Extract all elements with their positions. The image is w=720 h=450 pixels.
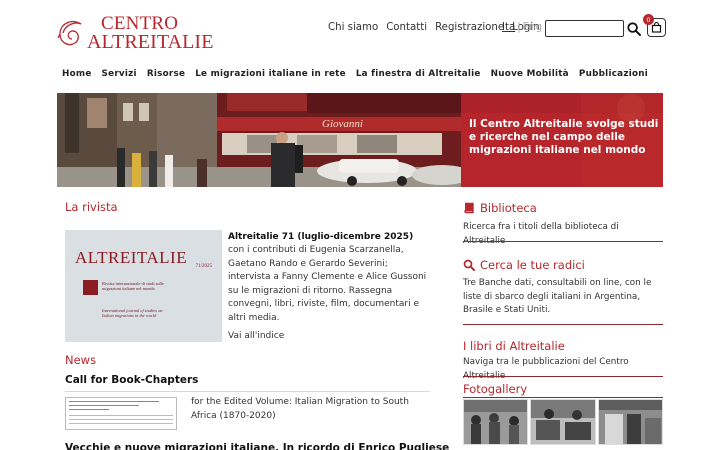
gallery-photo[interactable] [597,399,663,445]
topnav-registrazione[interactable]: Registrazione [435,22,504,33]
nav-pubblicazioni[interactable]: Pubblicazioni [579,69,648,79]
hero-panel: Il Centro Altreitalie svolge studi e ric… [461,93,663,187]
search-icon [463,259,475,271]
thumb-line [69,423,173,424]
logo-line2: ALTREITALIE [87,31,214,53]
search-input[interactable] [545,20,624,37]
biblioteca-heading[interactable]: Biblioteca [463,201,537,215]
sidebar-divider [463,241,663,242]
nav-migrazioni-in-rete[interactable]: Le migrazioni italiane in rete [195,69,346,79]
cover-text-en: International journal of studies on Ital… [102,308,163,319]
shopping-bag-icon [651,22,662,33]
nav-servizi[interactable]: Servizi [102,69,137,79]
lang-english[interactable]: Eng [523,22,542,33]
libri-heading[interactable]: I libri di Altreitalie [463,339,565,353]
radici-text: Tre Banche dati, consultabili on line, c… [463,278,652,316]
biblioteca-title: Biblioteca [480,201,537,215]
news-item1-text: for the Edited Volume: Italian Migration… [191,397,409,421]
gallery-heading[interactable]: Fotogallery [463,382,527,396]
language-switcher: Ita | Eng [502,22,542,33]
rivista-section-title: La rivista [65,200,118,214]
news-item2-title[interactable]: Vecchie e nuove migrazioni italiane. In … [65,442,449,450]
thumb-line [69,419,173,420]
nav-home[interactable]: Home [62,69,92,79]
cover-emblem [83,280,98,295]
news-section-title: News [65,353,97,367]
issue-title[interactable]: Altreitalie 71 (luglio-dicembre 2025) [228,232,413,242]
thumb-line [69,401,159,402]
nav-nuove-mobilita[interactable]: Nuove Mobilità [491,69,569,79]
cover-text-it: Rivista internazionale di studi sulle mi… [102,281,164,292]
gallery-photo-image [531,400,595,444]
biblioteca-text: Ricerca fra i titoli della biblioteca di… [463,222,619,246]
shop-sign: Giovanni [322,118,363,130]
cart-count-badge: 0 [643,14,654,25]
hero-tagline: Il Centro Altreitalie svolge studi e ric… [469,118,659,157]
thumb-line [69,405,139,406]
topnav-contatti[interactable]: Contatti [386,22,427,33]
lang-italian[interactable]: Ita [502,22,515,33]
photo-gallery [463,399,663,445]
news-item1-title[interactable]: Call for Book-Chapters [65,374,198,386]
radici-title: Cerca le tue radici [480,258,585,272]
site-logo[interactable]: CENTRO ALTREITALIE [57,13,213,53]
news-item1-thumbnail[interactable] [65,397,177,430]
gallery-photo[interactable] [530,399,596,445]
search-icon[interactable] [627,22,641,36]
thumb-line [69,415,173,416]
topnav-chi-siamo[interactable]: Chi siamo [328,22,378,33]
lang-separator: | [517,22,521,33]
main-navigation: Home Servizi Risorse Le migrazioni itali… [62,69,648,79]
shell-logo-icon [57,20,82,46]
sidebar-divider [463,376,663,377]
cover-title: ALTREITALIE [75,248,188,267]
gallery-photo-image [598,400,662,444]
libri-text: Naviga tra le pubblicazioni del Centro A… [463,357,629,381]
cover-issue: 71/2025 [195,264,212,269]
index-link[interactable]: Vai all'indice [228,331,284,341]
radici-heading[interactable]: Cerca le tue radici [463,258,585,272]
sidebar-divider [463,324,663,325]
news-divider [65,391,430,392]
issue-description: con i contributi di Eugenia Scarzanella,… [228,245,427,323]
nav-finestra-altreitalie[interactable]: La finestra di Altreitalie [356,69,481,79]
magazine-cover[interactable]: ALTREITALIE 71/2025 Rivista internaziona… [65,230,222,342]
gallery-photo[interactable] [463,399,529,445]
nav-risorse[interactable]: Risorse [147,69,185,79]
gallery-photo-image [464,400,528,444]
hero-street-photo: Giovanni [57,93,461,187]
libri-title: I libri di Altreitalie [463,339,565,353]
hero-banner: Giovanni Il Centro Altreitalie svolge st… [57,93,663,187]
gallery-title: Fotogallery [463,382,528,396]
book-icon [464,202,474,214]
thumb-line [69,409,109,410]
sidebar-divider [463,397,663,398]
